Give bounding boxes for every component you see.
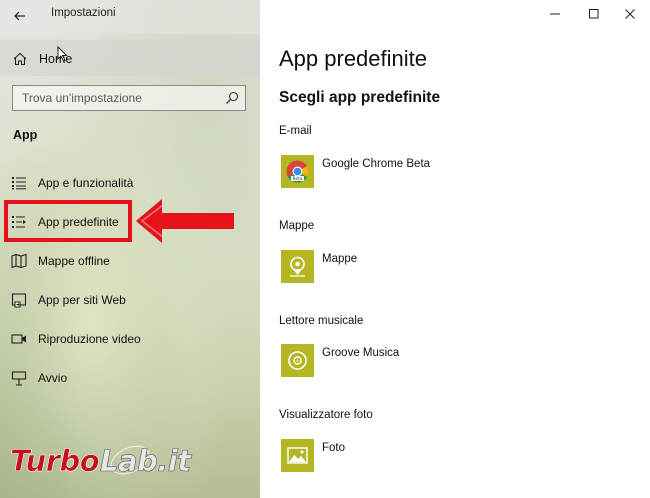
search-icon[interactable] xyxy=(225,91,239,105)
search-input[interactable] xyxy=(14,87,214,109)
annotation-arrow-icon xyxy=(136,199,234,243)
search-box[interactable] xyxy=(12,85,246,111)
default-app-music-name: Groove Musica xyxy=(322,347,400,359)
default-app-maps-name: Mappe xyxy=(322,253,358,265)
default-app-email-name: Google Chrome Beta xyxy=(322,158,431,170)
maximize-icon xyxy=(589,9,599,19)
page-title: App predefinite xyxy=(279,46,427,71)
category-label-photos: Visualizzatore foto xyxy=(279,409,373,421)
mouse-cursor-icon xyxy=(57,45,68,62)
startup-icon xyxy=(11,370,27,386)
back-button[interactable] xyxy=(10,6,30,26)
web-app-icon xyxy=(11,292,27,308)
svg-text:Beta: Beta xyxy=(293,176,303,181)
sidebar-item-startup[interactable]: Avvio xyxy=(0,360,260,396)
video-icon xyxy=(11,331,27,347)
map-icon xyxy=(11,253,27,269)
annotation-highlight-box xyxy=(4,200,132,242)
close-button[interactable] xyxy=(613,4,647,24)
maps-app-icon xyxy=(281,250,314,283)
category-label-music: Lettore musicale xyxy=(279,315,364,327)
section-heading: App xyxy=(13,128,38,142)
main-content: App predefinite Scegli app predefinite E… xyxy=(260,0,650,498)
sidebar-item-label: App e funzionalità xyxy=(38,176,134,190)
home-icon xyxy=(12,51,28,67)
sidebar-item-home[interactable]: Home xyxy=(0,40,260,76)
sidebar-item-video-playback[interactable]: Riproduzione video xyxy=(0,321,260,357)
minimize-button[interactable] xyxy=(538,4,572,24)
minimize-icon xyxy=(550,13,560,15)
sidebar-item-label: App per siti Web xyxy=(38,293,126,307)
turbolab-watermark-logo: Turbo Lab.it xyxy=(10,444,193,479)
groove-icon xyxy=(281,344,314,377)
back-arrow-icon xyxy=(14,11,25,21)
photos-icon xyxy=(281,439,314,472)
sidebar: Impostazioni Home App xyxy=(0,0,260,498)
svg-text:Turbo: Turbo xyxy=(10,444,99,478)
sidebar-item-label: Mappe offline xyxy=(38,254,110,268)
title-bar: Impostazioni xyxy=(0,0,260,34)
sidebar-item-offline-maps[interactable]: Mappe offline xyxy=(0,243,260,279)
sidebar-item-web-apps[interactable]: App per siti Web xyxy=(0,282,260,318)
sidebar-item-label: Riproduzione video xyxy=(38,332,141,346)
svg-text:Lab.it: Lab.it xyxy=(100,444,192,478)
window-title: Impostazioni xyxy=(51,7,116,19)
category-label-maps: Mappe xyxy=(279,220,315,232)
category-label-email: E-mail xyxy=(279,125,312,137)
sidebar-item-label: Avvio xyxy=(38,371,68,385)
close-icon xyxy=(625,9,635,19)
maximize-button[interactable] xyxy=(577,4,611,24)
default-app-photos-name: Foto xyxy=(322,442,346,454)
chrome-beta-icon: Beta xyxy=(281,155,314,188)
page-subtitle: Scegli app predefinite xyxy=(279,89,441,106)
list-icon xyxy=(11,175,27,191)
